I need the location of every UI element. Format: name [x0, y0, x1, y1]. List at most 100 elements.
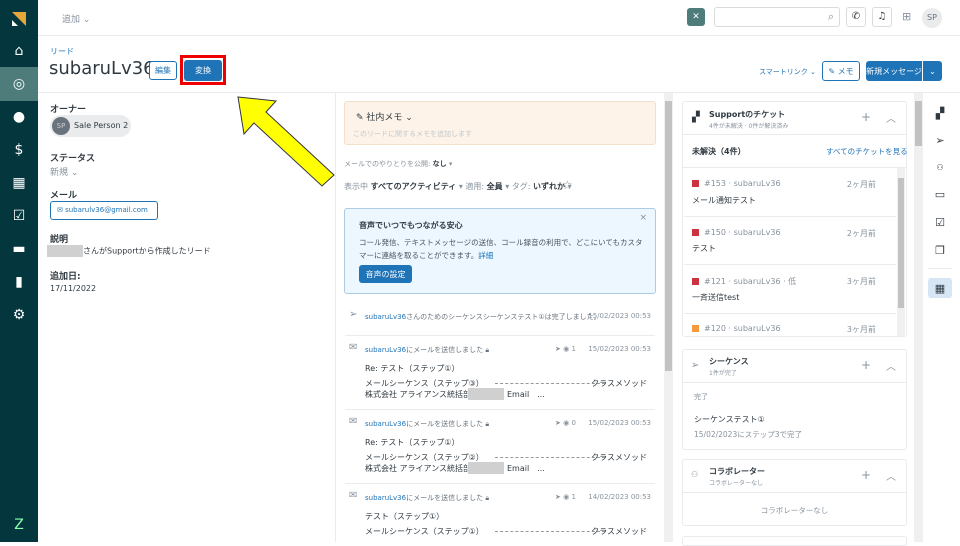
calendar-icon[interactable]: ▭ — [928, 184, 952, 204]
description-value: さんがSupportから作成したリード — [47, 245, 211, 257]
phone-icon[interactable]: ✆ — [846, 7, 866, 27]
memo-title: 社内メモ — [366, 113, 403, 123]
leads-icon[interactable]: ◎ — [0, 67, 38, 101]
send-icon: ➢ — [349, 309, 358, 320]
promo-text: コール発信、テキストメッセージの送信、コール録音の利用で、どこにいてもカスタマー… — [359, 238, 643, 260]
priority-indicator — [692, 180, 699, 187]
ticket-subject: メール通知テスト — [692, 196, 756, 205]
add-menu[interactable]: 追加 ⌄ — [62, 12, 90, 25]
voice-settings-button[interactable]: 音声の設定 — [359, 265, 412, 283]
divider — [928, 268, 952, 269]
sequence-status: 完了 — [694, 393, 708, 401]
status-value: 新規 — [50, 168, 69, 178]
settings-icon[interactable]: ⚙ — [0, 298, 38, 332]
activity-item: ✉ subaruLv36にメールを送信しました 🔒︎ ➤ ◉ 0 15/02/2… — [345, 410, 655, 484]
collab-subtitle: コラボレーターなし — [709, 480, 764, 487]
calendar-icon[interactable]: ▦ — [0, 166, 38, 200]
activity-text: さんのためのシーケンスシーケンステスト①は完了しました。 — [406, 313, 601, 321]
status-label: ステータス — [50, 154, 96, 164]
ticket-item[interactable]: #121 · subaruLv36 · 低 3ヶ月前 一斉送信test — [684, 265, 896, 314]
new-message-button[interactable]: 新規メッセージ — [866, 61, 922, 81]
owner-chip[interactable]: SP Sale Person 2 — [50, 115, 131, 137]
edit-button[interactable]: 編集 — [149, 61, 177, 80]
tracking-icon: ➤ ◉ — [555, 493, 572, 501]
promo-more-link[interactable]: 詳細 — [478, 251, 493, 260]
reports-icon[interactable]: ▮ — [0, 265, 38, 299]
added-value: 17/11/2022 — [50, 284, 97, 293]
description-label: 説明 — [50, 235, 69, 245]
activity-filters: 表示中 すべてのアクティビティ ▾ 適用: 全員 ▾ タグ: いずれか ▾ — [344, 182, 572, 191]
ticket-item[interactable]: #153 · subaruLv36 2ヶ月前 メール通知テスト — [684, 168, 896, 217]
lock-icon: 🔒︎ — [485, 346, 490, 354]
add-sequence-button[interactable]: + — [861, 358, 871, 372]
lead-link[interactable]: subaruLv36 — [365, 420, 406, 428]
tasks-icon[interactable]: ☑ — [0, 199, 38, 233]
contacts-icon[interactable]: ● — [0, 100, 38, 134]
support-subtitle: 4件が未解決 · 0件が解決済み — [709, 123, 789, 130]
sequence-icon[interactable]: ➢ — [928, 130, 952, 150]
open-count: 1 — [571, 345, 576, 353]
ticket-age: 3ヶ月前 — [846, 277, 876, 286]
messages-icon[interactable]: ▬ — [0, 232, 38, 266]
search-input[interactable]: ⌕ — [714, 7, 840, 27]
collaborators-icon[interactable]: ⚇ — [928, 157, 952, 177]
public-filter[interactable]: メールでのやりとりを公開: なし ▾ — [344, 159, 452, 169]
lead-link[interactable]: subaruLv36 — [365, 346, 406, 354]
ticket-item[interactable]: #150 · subaruLv36 2ヶ月前 テスト — [684, 217, 896, 265]
deals-icon[interactable]: $ — [0, 133, 38, 167]
add-label: 追加 — [62, 15, 81, 25]
priority-indicator — [692, 229, 699, 236]
email-subject: Re: テスト（ステップ①） — [365, 438, 460, 447]
open-tickets-label: 未解決（4件） — [692, 147, 746, 156]
collaborators-card: ⚇ コラボレーター コラボレーターなし + ︿ コラボレーターなし — [682, 459, 907, 526]
collapse-button[interactable]: ︿ — [886, 358, 896, 373]
collapse-button[interactable]: ︿ — [886, 468, 896, 483]
ticket-item[interactable]: #120 · subaruLv36 3ヶ月前 — [684, 314, 896, 336]
add-collaborator-button[interactable]: + — [861, 468, 871, 482]
support-icon[interactable]: ▞ — [928, 103, 952, 123]
task-icon[interactable]: ☑ — [928, 212, 952, 232]
star-icon[interactable]: ☆ — [562, 178, 573, 192]
home-icon[interactable]: ⌂ — [0, 34, 38, 68]
applied-filter[interactable]: 全員 — [487, 182, 503, 191]
memo-box[interactable]: ✎ 社内メモ ⌄ このリードに関するメモを追加します — [344, 101, 656, 145]
page-title: subaruLv36 — [49, 58, 155, 79]
new-message-dropdown[interactable]: ⌄ — [923, 61, 942, 81]
add-ticket-button[interactable]: + — [861, 110, 871, 124]
documents-icon[interactable]: ❐ — [928, 240, 952, 260]
memo-header[interactable]: ✎ 社内メモ ⌄ — [356, 110, 413, 123]
view-all-tickets-link[interactable]: すべてのチケットを見る — [826, 146, 908, 157]
tag-filter[interactable]: いずれか — [533, 182, 565, 191]
memo-button[interactable]: ✎ メモ — [822, 61, 860, 81]
status-select[interactable]: 新規 ⌄ — [50, 165, 78, 178]
mail-icon: ✉ — [57, 206, 66, 214]
lead-link[interactable]: subaruLv36 — [365, 494, 406, 502]
open-count: 0 — [571, 419, 576, 427]
activity-filter[interactable]: すべてのアクティビティ — [371, 182, 457, 191]
lead-link[interactable]: subaruLv36 — [365, 313, 406, 321]
email-button[interactable]: ✉ subarulv36@gmail.com — [50, 201, 158, 220]
memo-icon: ✎ — [828, 66, 838, 76]
tickets-scrollbar[interactable] — [897, 168, 905, 336]
middle-scrollbar[interactable] — [664, 93, 673, 542]
added-label: 追加日: — [50, 272, 81, 282]
mail-icon: ✉ — [349, 342, 358, 353]
breadcrumb[interactable]: リード — [50, 46, 74, 57]
sequence-detail: 15/02/2023にステップ3で完了 — [694, 430, 802, 439]
email-preview: 株式会社 アライアンス統括部 — [365, 464, 472, 473]
apps-grid-icon[interactable]: ▦ — [928, 278, 952, 298]
ticket-age: 3ヶ月前 — [846, 325, 876, 334]
sequence-title: シーケンス — [709, 357, 749, 366]
close-icon[interactable]: × — [639, 213, 647, 223]
divider — [495, 531, 605, 532]
divider — [495, 457, 605, 458]
bell-icon[interactable]: ♫ — [872, 7, 892, 27]
apps-icon[interactable]: ⊞ — [902, 10, 911, 23]
email-preview: Email ... — [507, 464, 545, 473]
sequence-name[interactable]: シーケンステスト① — [694, 414, 765, 425]
chat-icon[interactable]: ✕ — [687, 8, 705, 26]
collapse-button[interactable]: ︿ — [886, 110, 896, 125]
avatar[interactable]: SP — [922, 8, 942, 28]
right-scrollbar[interactable] — [914, 93, 923, 542]
smartlink-menu[interactable]: スマートリンク ⌄ — [759, 67, 816, 77]
